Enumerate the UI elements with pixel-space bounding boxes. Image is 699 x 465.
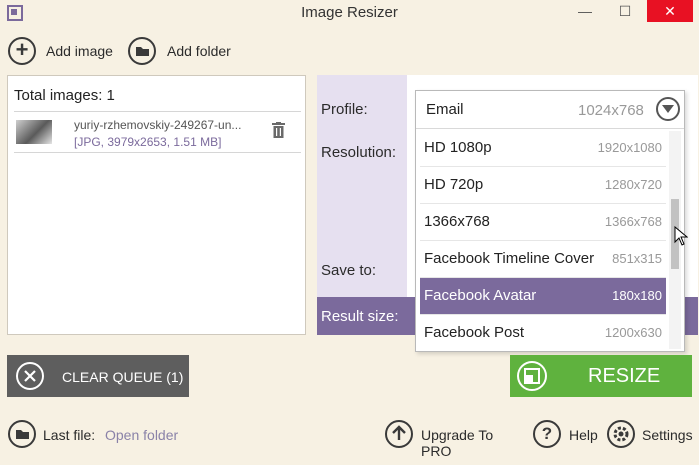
divider [14,152,301,153]
folder-icon [8,420,36,448]
option-name: HD 720p [424,176,484,193]
selected-profile-size: 1024x768 [578,102,644,119]
selected-profile-name: Email [426,101,464,118]
last-file-label: Last file: [43,427,96,443]
option-size: 1366x768 [604,214,662,229]
upgrade-label: Upgrade To PRO [421,427,494,459]
close-button[interactable]: ✕ [647,0,693,22]
add-image-button[interactable]: + Add image [8,37,118,65]
profile-option[interactable]: HD 720p 1280x720 [420,167,666,204]
file-name: yuriy-rzhemovskiy-249267-un... [74,118,242,132]
image-list-panel: Total images: 1 yuriy-rzhemovskiy-249267… [7,75,306,335]
mouse-cursor-icon [674,225,689,251]
help-button[interactable]: ? Help [533,420,603,448]
profile-option-highlighted[interactable]: Facebook Avatar 180x180 [420,278,666,315]
option-size: 851x315 [612,251,662,266]
minimize-button[interactable]: — [567,0,603,22]
resize-icon [517,361,547,391]
option-size: 180x180 [612,288,662,303]
help-label: Help [569,427,598,443]
file-meta: [JPG, 3979x2653, 1.51 MB] [74,135,222,149]
folder-icon [128,37,156,65]
add-image-label: Add image [46,43,113,59]
image-thumbnail [16,120,52,144]
profile-option[interactable]: Facebook Post 1200x630 [420,315,666,352]
profile-dropdown[interactable]: Email 1024x768 HD 1080p 1920x1080 HD 720… [415,90,685,352]
list-item[interactable]: yuriy-rzhemovskiy-249267-un... [JPG, 397… [14,113,301,152]
divider [14,111,301,112]
result-size-label: Result size: [321,308,399,325]
clear-queue-label: CLEAR QUEUE (1) [62,369,184,385]
option-name: Facebook Avatar [424,287,537,304]
profile-label: Profile: [321,101,368,118]
resize-button[interactable]: RESIZE [510,355,692,397]
clear-queue-button[interactable]: CLEAR QUEUE (1) [7,355,189,397]
gear-icon [607,420,635,448]
settings-button[interactable]: Settings [607,420,697,448]
option-size: 1920x1080 [597,140,662,155]
chevron-down-icon[interactable] [656,97,680,121]
resize-label: RESIZE [588,365,661,387]
profile-option[interactable]: HD 1080p 1920x1080 [420,130,666,167]
add-folder-button[interactable]: Add folder [128,37,238,65]
add-folder-label: Add folder [167,43,231,59]
settings-label: Settings [642,427,693,443]
option-name: HD 1080p [424,139,492,156]
profile-option[interactable]: 1366x768 1366x768 [420,204,666,241]
option-size: 1200x630 [604,325,662,340]
upgrade-button[interactable]: Upgrade To PRO [385,420,525,459]
open-folder-link[interactable]: Open folder [105,427,178,443]
plus-icon: + [8,37,36,65]
option-size: 1280x720 [604,177,662,192]
option-name: Facebook Timeline Cover [424,250,595,267]
close-circle-icon [16,362,44,390]
option-name: Facebook Post [424,324,525,341]
arrow-up-icon [385,420,413,448]
profile-option[interactable]: Facebook Timeline Cover 851x315 [420,241,666,278]
title-bar: Image Resizer — ☐ ✕ [0,0,699,28]
help-icon: ? [533,420,561,448]
save-to-label: Save to: [321,262,377,279]
option-name: 1366x768 [424,213,490,230]
maximize-button[interactable]: ☐ [607,0,643,22]
profile-select[interactable]: Email 1024x768 [416,91,684,129]
total-images-label: Total images: 1 [14,87,115,104]
trash-icon[interactable] [272,122,285,143]
resolution-label: Resolution: [321,144,397,161]
